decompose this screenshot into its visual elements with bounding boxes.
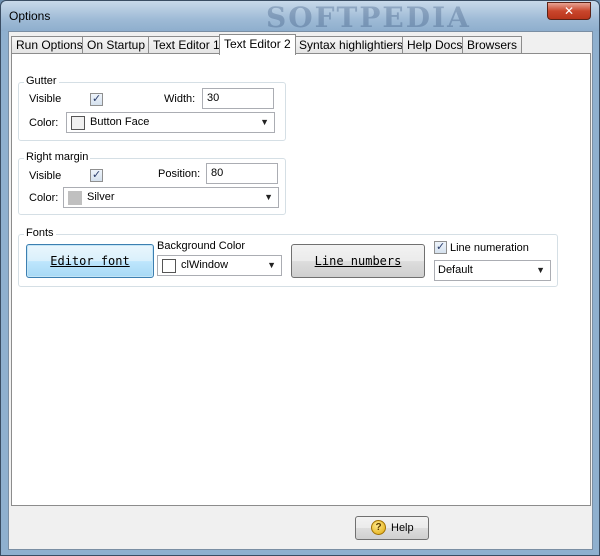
checkmark-icon: ✓ (92, 169, 102, 181)
tab-run-options[interactable]: Run Options (11, 36, 88, 54)
title-bar[interactable]: Options SOFTPEDIA ✕ (1, 1, 599, 34)
chevron-down-icon: ▼ (260, 117, 269, 127)
gutter-color-value: Button Face (90, 116, 150, 128)
gutter-color-select[interactable]: Button Face ▼ (66, 112, 275, 133)
right-margin-position-input[interactable]: 80 (206, 163, 278, 184)
checkmark-icon: ✓ (92, 93, 102, 105)
softpedia-watermark: SOFTPEDIA (266, 1, 471, 34)
gutter-visible-label: Visible (29, 93, 62, 105)
right-margin-group-label: Right margin (24, 151, 91, 163)
chevron-down-icon: ▼ (267, 260, 276, 270)
line-numeration-checkbox[interactable]: ✓ (434, 241, 447, 254)
line-numbers-button-label: Line numbers (314, 254, 402, 268)
gutter-color-label: Color: (29, 117, 59, 129)
help-button-label: Help (391, 522, 414, 534)
tab-syntax-highlightiers[interactable]: Syntax highlightiers (294, 36, 409, 54)
options-window: Options SOFTPEDIA ✕ Run Options On Start… (0, 0, 600, 556)
right-margin-visible-label: Visible (29, 170, 62, 182)
line-numeration-value: Default (438, 264, 473, 276)
line-numeration-label: Line numeration (450, 242, 529, 254)
bottom-button-bar: ? Help (11, 509, 591, 547)
text-editor-2-page: Gutter Visible ✓ Width: 30 Color: Button… (11, 53, 591, 506)
chevron-down-icon: ▼ (264, 192, 273, 202)
line-numbers-button[interactable]: Line numbers (291, 244, 425, 278)
gutter-width-input[interactable]: 30 (202, 88, 274, 109)
fonts-group-label: Fonts (24, 227, 56, 239)
gutter-width-label: Width: (164, 93, 196, 105)
client-area: Run Options On Startup Text Editor 1 Tex… (8, 31, 593, 550)
right-margin-color-label: Color: (29, 192, 59, 204)
right-margin-color-select[interactable]: Silver ▼ (63, 187, 279, 208)
checkmark-icon: ✓ (436, 241, 446, 253)
tab-on-startup[interactable]: On Startup (82, 36, 151, 54)
close-icon: ✕ (563, 4, 575, 18)
right-margin-color-swatch (68, 191, 82, 205)
fonts-group: Fonts Editor font Background Color clWin… (18, 227, 558, 287)
help-button[interactable]: ? Help (355, 516, 429, 540)
tab-text-editor-1[interactable]: Text Editor 1 (148, 36, 225, 54)
background-color-swatch (162, 259, 176, 273)
right-margin-position-label: Position: (158, 168, 201, 180)
gutter-group-label: Gutter (24, 75, 59, 87)
background-color-select[interactable]: clWindow ▼ (157, 255, 282, 276)
tab-browsers[interactable]: Browsers (462, 36, 523, 54)
background-color-label: Background Color (157, 240, 246, 252)
background-color-value: clWindow (181, 259, 229, 271)
window-title: Options (9, 9, 51, 23)
chevron-down-icon: ▼ (536, 265, 545, 275)
help-icon: ? (371, 520, 386, 535)
tab-help-docs[interactable]: Help Docs (402, 36, 468, 54)
line-numeration-select[interactable]: Default ▼ (434, 260, 551, 281)
right-margin-color-value: Silver (87, 191, 115, 203)
close-button[interactable]: ✕ (547, 2, 591, 20)
editor-font-button[interactable]: Editor font (26, 244, 154, 278)
editor-font-button-label: Editor font (50, 254, 130, 268)
tab-text-editor-2[interactable]: Text Editor 2 (219, 34, 296, 55)
right-margin-visible-checkbox[interactable]: ✓ (90, 169, 103, 182)
gutter-visible-checkbox[interactable]: ✓ (90, 93, 103, 106)
gutter-color-swatch (71, 116, 85, 130)
gutter-group: Gutter Visible ✓ Width: 30 Color: Button… (18, 75, 286, 141)
right-margin-group: Right margin Visible ✓ Position: 80 Colo… (18, 151, 286, 215)
